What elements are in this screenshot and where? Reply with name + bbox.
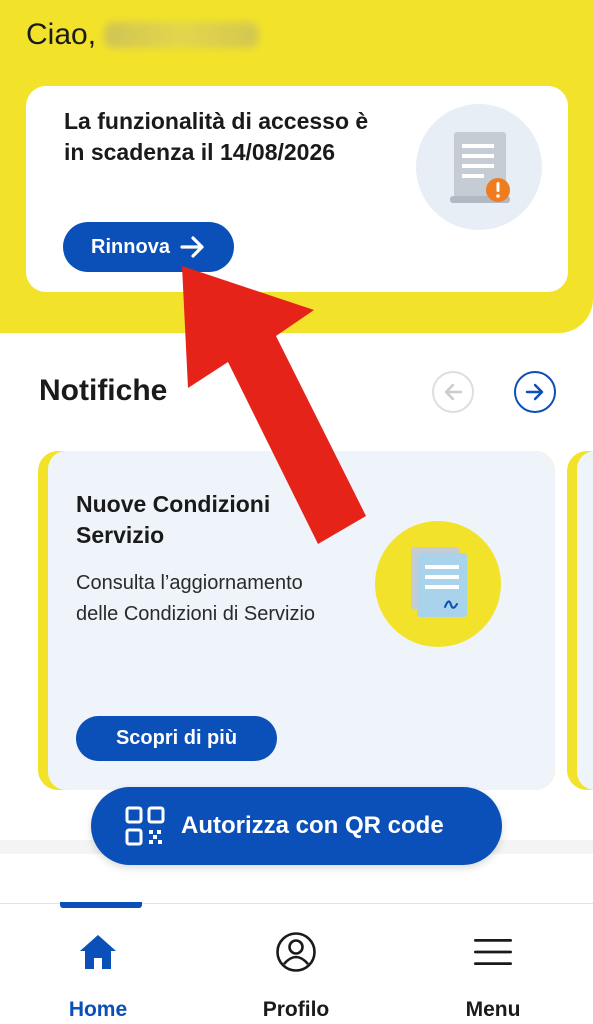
user-circle-icon [275, 930, 317, 974]
nav-label-home: Home [68, 998, 128, 1021]
home-icon [78, 930, 118, 974]
bottom-navigation: Home Profilo Menu [0, 902, 593, 1024]
nav-item-profile[interactable]: Profilo [221, 904, 371, 1024]
nav-label-profile: Profilo [262, 998, 330, 1021]
nav-label-menu: Menu [465, 998, 521, 1021]
hamburger-menu-icon [473, 930, 513, 974]
annotation-arrow [182, 266, 366, 544]
nav-item-menu[interactable]: Menu [418, 904, 568, 1024]
nav-item-home[interactable]: Home [23, 904, 173, 1024]
